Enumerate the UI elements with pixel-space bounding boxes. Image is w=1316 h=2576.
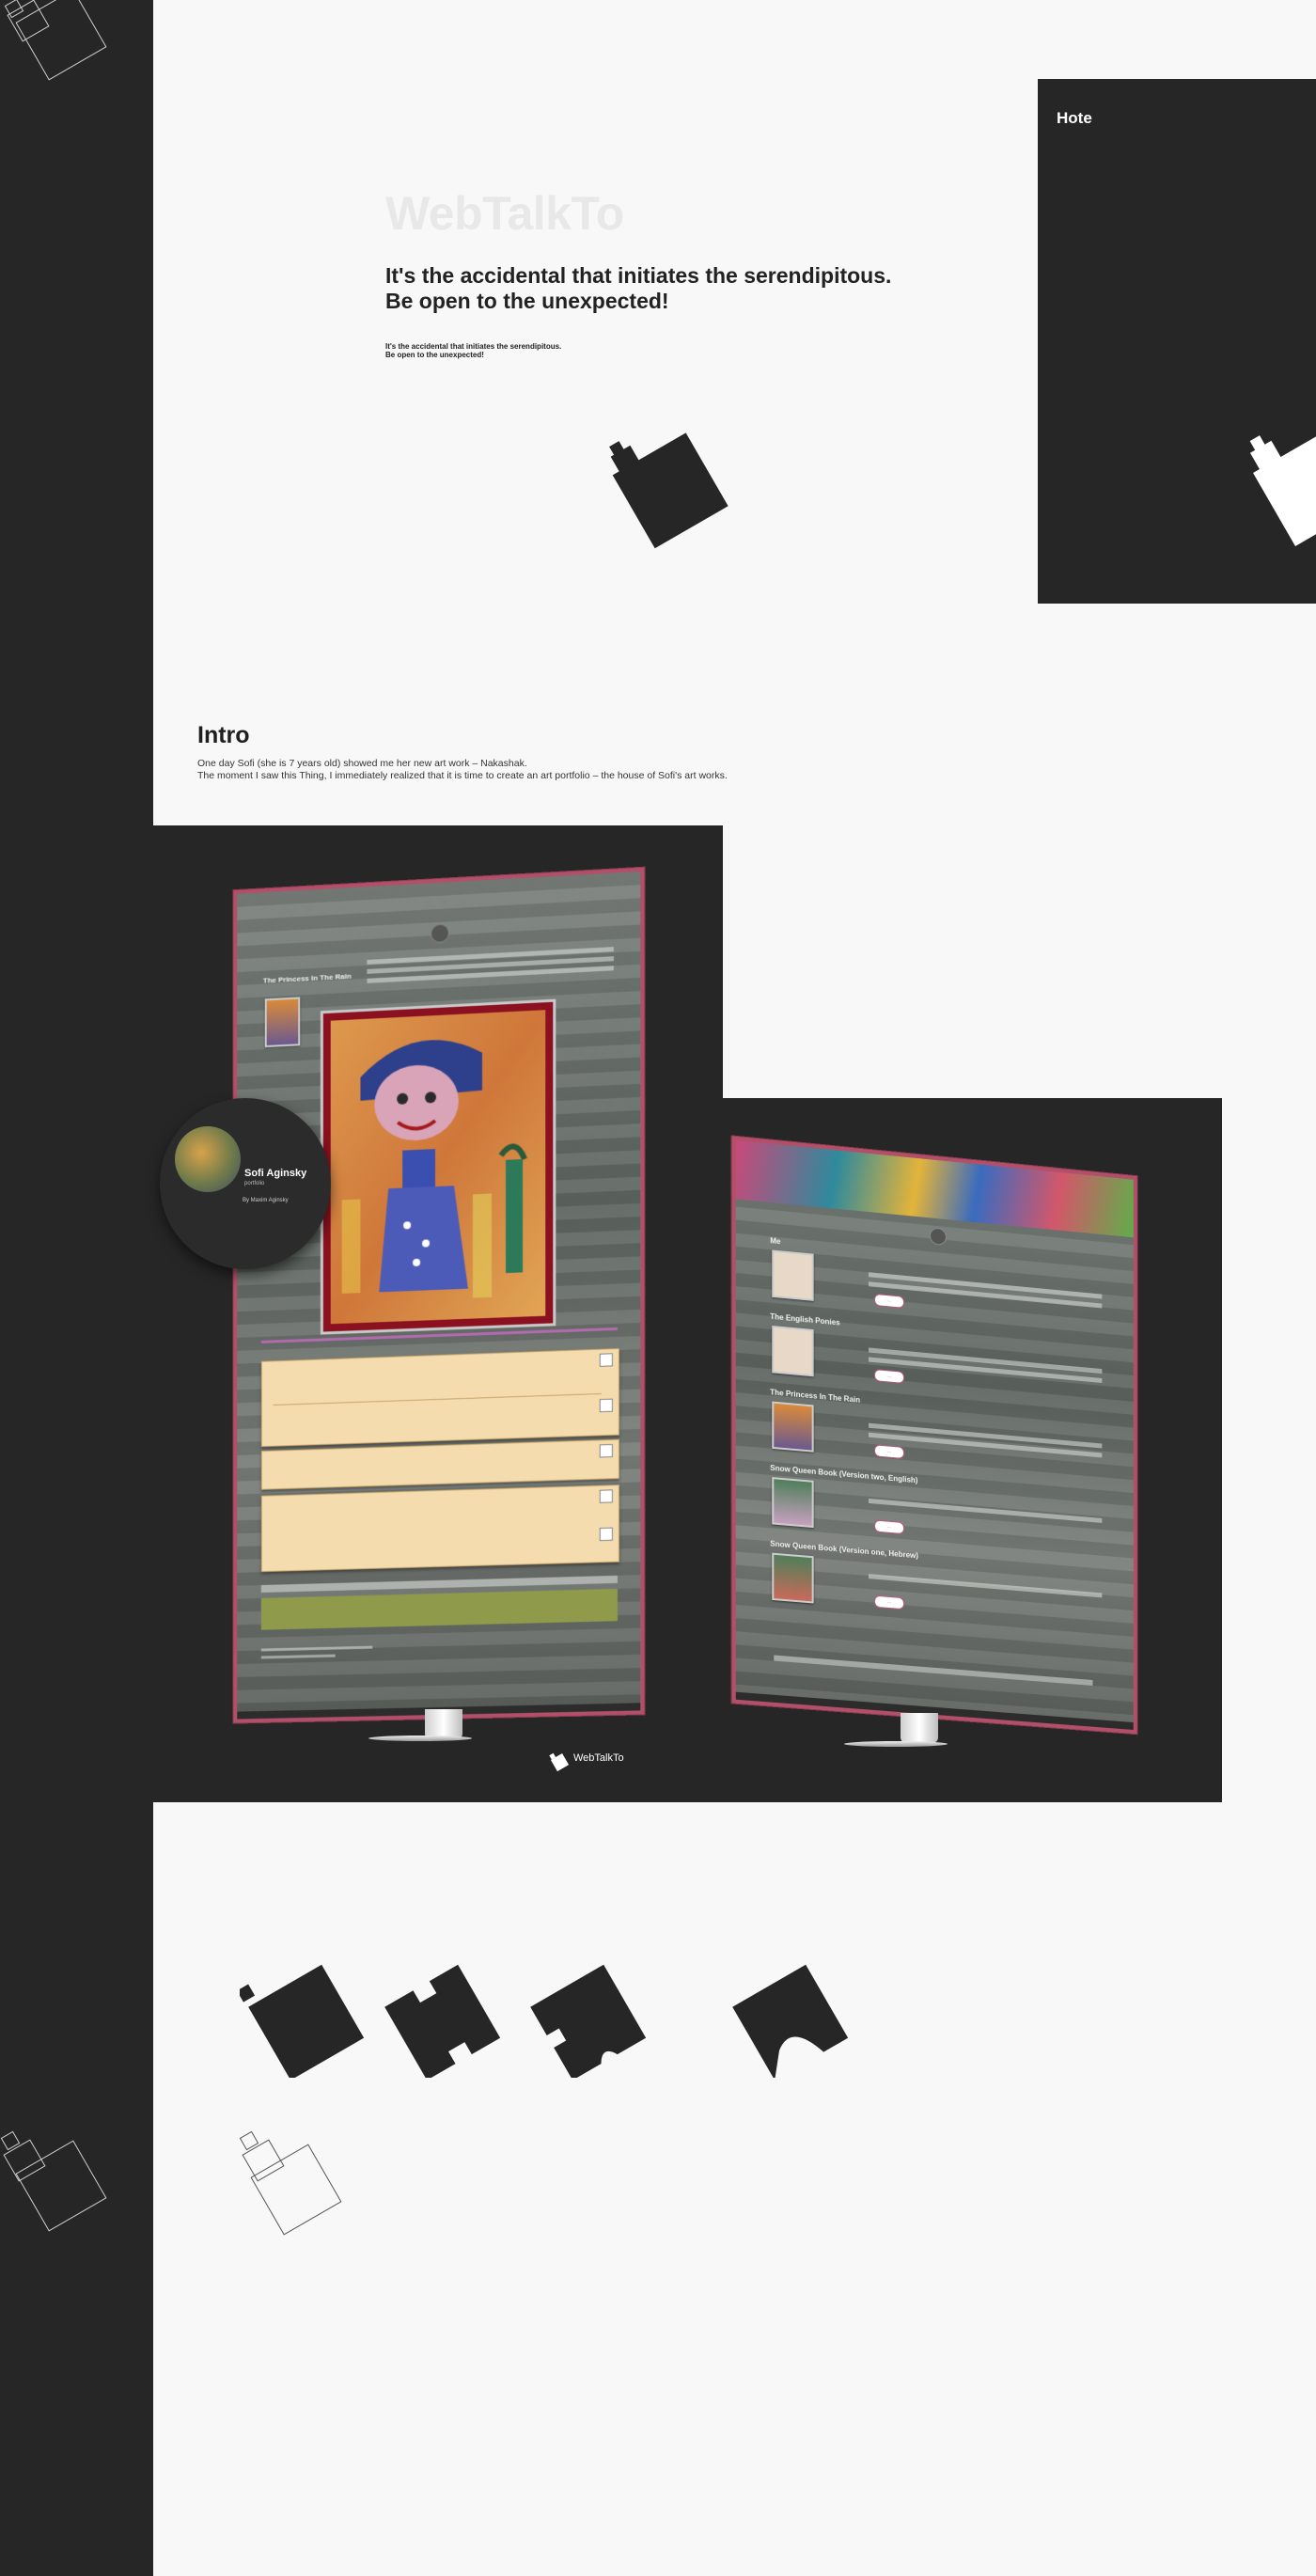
artwork-thumbnail[interactable] xyxy=(264,997,301,1048)
comment-card xyxy=(260,1347,619,1448)
item-more-button[interactable]: ··· xyxy=(873,1519,905,1535)
item-title[interactable]: Me xyxy=(770,1236,780,1246)
comment-avatar xyxy=(599,1353,613,1367)
profile-subtitle: portfolio xyxy=(244,1181,265,1186)
right-monitor-screen: Me ··· The English Ponies ··· The Prince… xyxy=(731,1136,1137,1735)
item-thumbnail[interactable] xyxy=(772,1552,814,1604)
reply-avatar xyxy=(599,1527,613,1542)
puzzle-logo-small-icon xyxy=(549,1752,570,1771)
puzzle-piece-1-icon xyxy=(240,1964,365,2078)
artwork-image[interactable] xyxy=(320,998,556,1335)
tagline-line1: It's the accidental that initiates the s… xyxy=(385,263,892,288)
tagline: It's the accidental that initiates the s… xyxy=(385,263,912,314)
tagline-small: It's the accidental that initiates the s… xyxy=(385,342,630,359)
puzzle-piece-4-icon xyxy=(732,1964,849,2078)
profile-name: Sofi Aginsky xyxy=(244,1168,307,1179)
item-more-button[interactable]: ··· xyxy=(873,1594,905,1610)
right-monitor-base xyxy=(844,1741,948,1747)
avatar xyxy=(175,1126,241,1192)
brand-title: WebTalkTo xyxy=(385,187,624,240)
left-rail xyxy=(0,0,153,2576)
princess-painting xyxy=(330,1010,546,1325)
intro-body: One day Sofi (she is 7 years old) showed… xyxy=(197,758,1043,782)
item-more-button[interactable]: ··· xyxy=(873,1444,905,1460)
puzzle-logo-icon xyxy=(609,432,728,549)
item-thumbnail[interactable] xyxy=(772,1249,814,1301)
outline-squares-bottom-decoration xyxy=(239,2130,342,2236)
item-more-button[interactable]: ··· xyxy=(873,1369,905,1384)
profile-badge: Sofi Aginsky portfolio By Maxim Aginsky xyxy=(160,1098,331,1269)
intro-heading: Intro xyxy=(197,722,250,748)
item-thumbnail[interactable] xyxy=(772,1477,814,1529)
puzzle-piece-2-icon xyxy=(384,1964,501,2078)
footer-logo-text: WebTalkTo xyxy=(573,1752,624,1764)
side-panel-title[interactable]: Hote xyxy=(1057,109,1092,128)
item-thumbnail[interactable] xyxy=(772,1401,814,1453)
outline-squares-decoration-lower xyxy=(0,2130,107,2232)
intro-line1: One day Sofi (she is 7 years old) showed… xyxy=(197,758,527,769)
comment-avatar xyxy=(599,1489,613,1503)
item-thumbnail[interactable] xyxy=(772,1325,814,1377)
tagline-small-line2: Be open to the unexpected! xyxy=(385,351,484,359)
intro-line2: The moment I saw this Thing, I immediate… xyxy=(197,770,728,781)
comment-card xyxy=(260,1484,619,1573)
profile-credit: By Maxim Aginsky xyxy=(243,1198,289,1203)
comment-avatar xyxy=(599,1443,613,1458)
left-monitor-screen: The Princess In The Rain xyxy=(233,867,645,1723)
tagline-small-line1: It's the accidental that initiates the s… xyxy=(385,342,562,351)
right-monitor-stand xyxy=(901,1713,938,1743)
reply-avatar xyxy=(599,1398,613,1413)
outline-squares-decoration xyxy=(4,0,107,81)
left-monitor-base xyxy=(368,1736,472,1741)
puzzle-piece-3-icon xyxy=(530,1964,647,2078)
puzzle-shape-white-icon xyxy=(1249,431,1316,546)
side-panel: Hote xyxy=(1038,79,1316,604)
tagline-line2: Be open to the unexpected! xyxy=(385,289,669,313)
